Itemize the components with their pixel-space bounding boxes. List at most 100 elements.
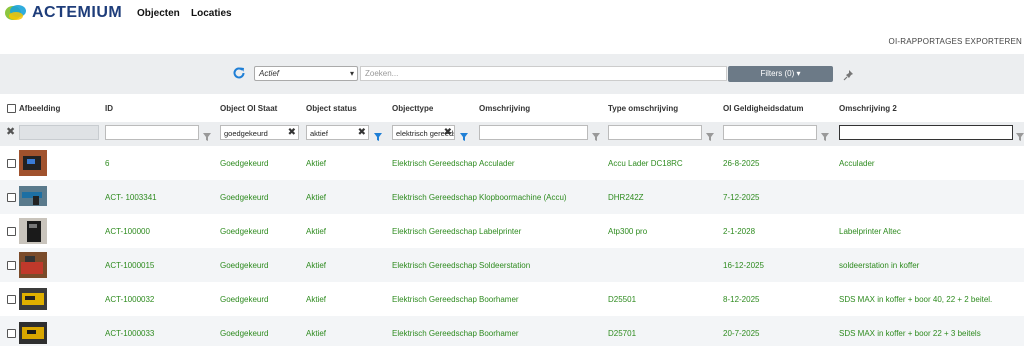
clear-filter-icon[interactable]: ✖ [358,127,366,138]
cell-oi-staat[interactable]: Goedgekeurd [220,193,268,202]
filter-funnel-icon[interactable] [592,128,600,141]
cell-omschrijving2[interactable]: SDS MAX in koffer + boor 22 + 3 beitels [839,329,981,338]
nav-locaties[interactable]: Locaties [191,8,232,19]
cell-oi-staat[interactable]: Goedgekeurd [220,329,268,338]
cell-id[interactable]: ACT- 1003341 [105,193,157,202]
cell-status[interactable]: Aktief [306,227,326,236]
cell-datum[interactable]: 7-12-2025 [723,193,759,202]
cell-omschrijving2[interactable]: soldeerstation in koffer [839,261,919,270]
cell-status[interactable]: Aktief [306,159,326,168]
filter-funnel-icon[interactable] [203,128,211,141]
cell-oi-staat[interactable]: Goedgekeurd [220,227,268,236]
cell-omschrijving[interactable]: Klopboormachine (Accu) [479,193,567,202]
column-objecttype[interactable]: Objecttype [392,104,433,113]
column-oi-staat[interactable]: Object OI Staat [220,104,277,113]
filter-status-input[interactable]: aktief ✖ [306,125,369,140]
row-checkbox[interactable] [7,159,16,168]
row-checkbox[interactable] [7,329,16,338]
export-oi-rapportages-link[interactable]: OI-RAPPORTAGES EXPORTEREN [889,37,1022,46]
cell-omschrijving2[interactable]: SDS MAX in koffer + boor 40, 22 + 2 beit… [839,295,992,304]
filters-button[interactable]: Filters (0) ▾ [728,66,833,82]
cell-type-omschrijving[interactable]: D25501 [608,295,636,304]
filter-id-input[interactable] [105,125,199,140]
status-select[interactable]: Actief ▾ [254,66,358,81]
clear-filters-icon[interactable]: ✖ [6,125,15,138]
object-thumbnail[interactable] [19,322,47,344]
filter-funnel-icon[interactable] [1016,128,1024,141]
column-id[interactable]: ID [105,104,113,113]
table-row[interactable]: ACT-100000 Goedgekeurd Aktief Elektrisch… [0,214,1024,248]
filter-funnel-active-icon[interactable] [460,128,468,141]
row-checkbox[interactable] [7,193,16,202]
filter-type-omschrijving-input[interactable] [608,125,702,140]
cell-objecttype[interactable]: Elektrisch Gereedschap [392,227,477,236]
cell-objecttype[interactable]: Elektrisch Gereedschap [392,295,477,304]
object-thumbnail[interactable] [19,186,47,206]
cell-omschrijving[interactable]: Boorhamer [479,295,519,304]
row-checkbox[interactable] [7,227,16,236]
column-omschrijving[interactable]: Omschrijving [479,104,530,113]
select-all-checkbox[interactable] [7,104,16,113]
cell-objecttype[interactable]: Elektrisch Gereedschap [392,329,477,338]
object-thumbnail[interactable] [19,288,47,310]
cell-type-omschrijving[interactable]: Atp300 pro [608,227,647,236]
cell-datum[interactable]: 16-12-2025 [723,261,764,270]
column-omschrijving-2[interactable]: Omschrijving 2 [839,104,897,113]
cell-datum[interactable]: 20-7-2025 [723,329,759,338]
table-row[interactable]: ACT-1000033 Goedgekeurd Aktief Elektrisc… [0,316,1024,346]
row-checkbox[interactable] [7,295,16,304]
cell-type-omschrijving[interactable]: D25701 [608,329,636,338]
clear-filter-icon[interactable]: ✖ [444,127,452,138]
cell-omschrijving[interactable]: Labelprinter [479,227,521,236]
cell-id[interactable]: 6 [105,159,109,168]
cell-oi-staat[interactable]: Goedgekeurd [220,295,268,304]
cell-oi-staat[interactable]: Goedgekeurd [220,261,268,270]
cell-objecttype[interactable]: Elektrisch Gereedschap [392,261,477,270]
filter-datum-input[interactable] [723,125,817,140]
cell-datum[interactable]: 8-12-2025 [723,295,759,304]
cell-status[interactable]: Aktief [306,261,326,270]
cell-omschrijving[interactable]: Soldeerstation [479,261,530,270]
filter-omschrijving2-input[interactable] [839,125,1013,140]
cell-id[interactable]: ACT-100000 [105,227,150,236]
row-checkbox[interactable] [7,261,16,270]
cell-omschrijving2[interactable]: Labelprinter Altec [839,227,901,236]
column-object-status[interactable]: Object status [306,104,357,113]
cell-id[interactable]: ACT-1000015 [105,261,154,270]
cell-type-omschrijving[interactable]: DHR242Z [608,193,644,202]
table-row[interactable]: ACT-1000032 Goedgekeurd Aktief Elektrisc… [0,282,1024,316]
filter-funnel-active-icon[interactable] [374,128,382,141]
search-input[interactable]: Zoeken... [360,66,727,81]
cell-omschrijving2[interactable]: Acculader [839,159,875,168]
cell-objecttype[interactable]: Elektrisch Gereedschap [392,159,477,168]
column-type-omschrijving[interactable]: Type omschrijving [608,104,678,113]
filter-oi-staat-input[interactable]: goedgekeurd ✖ [220,125,299,140]
table-row[interactable]: ACT- 1003341 Goedgekeurd Aktief Elektris… [0,180,1024,214]
cell-datum[interactable]: 26-8-2025 [723,159,759,168]
table-row[interactable]: ACT-1000015 Goedgekeurd Aktief Elektrisc… [0,248,1024,282]
object-thumbnail[interactable] [19,150,47,176]
object-thumbnail[interactable] [19,252,47,278]
filter-funnel-icon[interactable] [706,128,714,141]
cell-type-omschrijving[interactable]: Accu Lader DC18RC [608,159,683,168]
cell-status[interactable]: Aktief [306,329,326,338]
column-afbeelding[interactable]: Afbeelding [19,104,60,113]
cell-omschrijving[interactable]: Acculader [479,159,515,168]
logo[interactable]: ACTEMIUM [4,2,122,24]
cell-omschrijving[interactable]: Boorhamer [479,329,519,338]
filter-funnel-icon[interactable] [821,128,829,141]
cell-oi-staat[interactable]: Goedgekeurd [220,159,268,168]
object-thumbnail[interactable] [19,218,47,244]
refresh-icon[interactable] [232,66,246,80]
cell-status[interactable]: Aktief [306,295,326,304]
cell-status[interactable]: Aktief [306,193,326,202]
cell-id[interactable]: ACT-1000033 [105,329,154,338]
cell-id[interactable]: ACT-1000032 [105,295,154,304]
nav-objecten[interactable]: Objecten [137,8,180,19]
filter-omschrijving-input[interactable] [479,125,588,140]
filter-objecttype-input[interactable]: elektrisch gereedschap ✖ [392,125,455,140]
cell-objecttype[interactable]: Elektrisch Gereedschap [392,193,477,202]
table-row[interactable]: 6 Goedgekeurd Aktief Elektrisch Gereedsc… [0,146,1024,180]
cell-datum[interactable]: 2-1-2028 [723,227,755,236]
column-oi-geldigheidsdatum[interactable]: OI Geldigheidsdatum [723,104,803,113]
